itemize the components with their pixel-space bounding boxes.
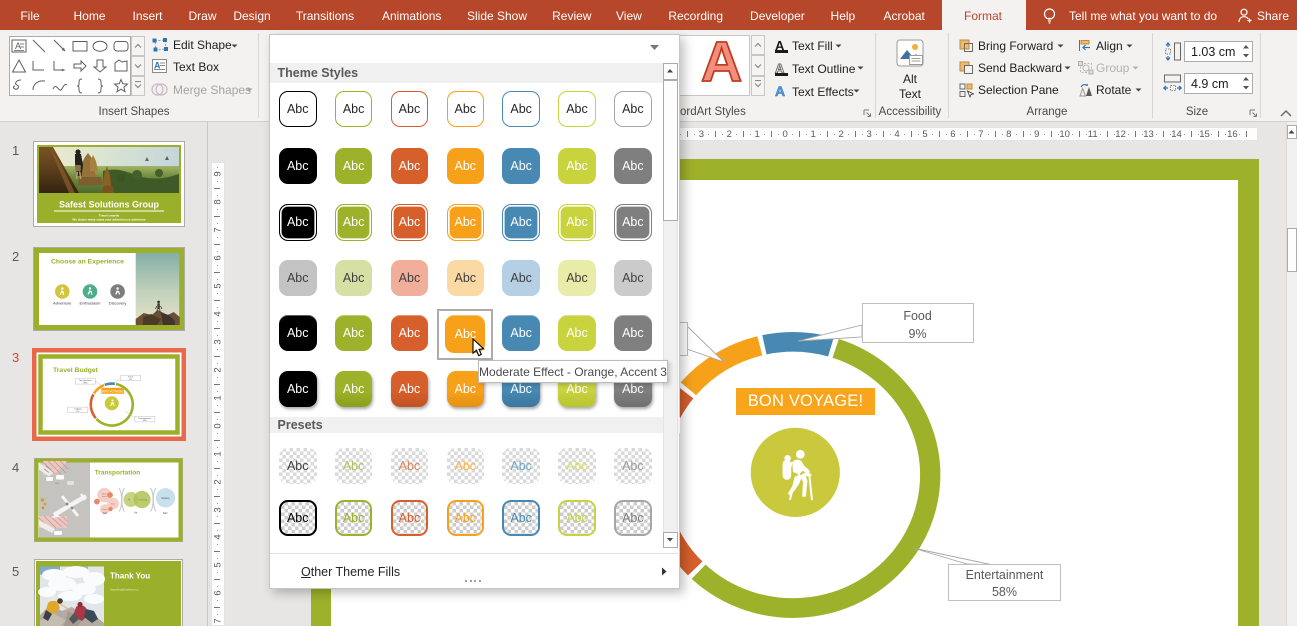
svg-text:A: A [154,61,161,71]
svg-text:Travel Budget: Travel Budget [53,367,99,374]
svg-text:Transportation: Transportation [95,470,141,477]
svg-text:We clutter many enjoy your adv: We clutter many enjoy your adventurous a… [72,218,145,222]
svg-text:Send: Send [102,509,108,511]
svg-text:Air: Air [128,499,131,502]
svg-text:Choose an Experience: Choose an Experience [51,259,124,266]
svg-text:Safest Solutions Group: Safest Solutions Group [59,200,160,210]
svg-text:loans: loans [102,496,108,498]
svg-text:Enthusiasm: Enthusiasm [80,301,102,306]
svg-text:Railway: Railway [161,497,170,500]
svg-text:Thank You: Thank You [110,571,150,580]
svg-text:Air: Air [134,511,137,515]
svg-text:28%: 28% [83,382,87,384]
svg-text:58%: 58% [143,420,147,422]
svg-text:Adventure: Adventure [53,301,72,306]
svg-text:traveling@safesst.co: traveling@safesst.co [110,587,139,591]
svg-text:Terminal: Terminal [139,499,148,502]
svg-text:A: A [15,41,21,51]
svg-text:Discovery: Discovery [109,301,127,306]
svg-text:5%: 5% [76,411,79,413]
svg-text:Car: Car [103,511,107,515]
svg-text:BON VOYAGE!: BON VOYAGE! [102,389,124,393]
svg-text:Rail: Rail [163,511,168,515]
svg-text:9%: 9% [129,379,132,381]
